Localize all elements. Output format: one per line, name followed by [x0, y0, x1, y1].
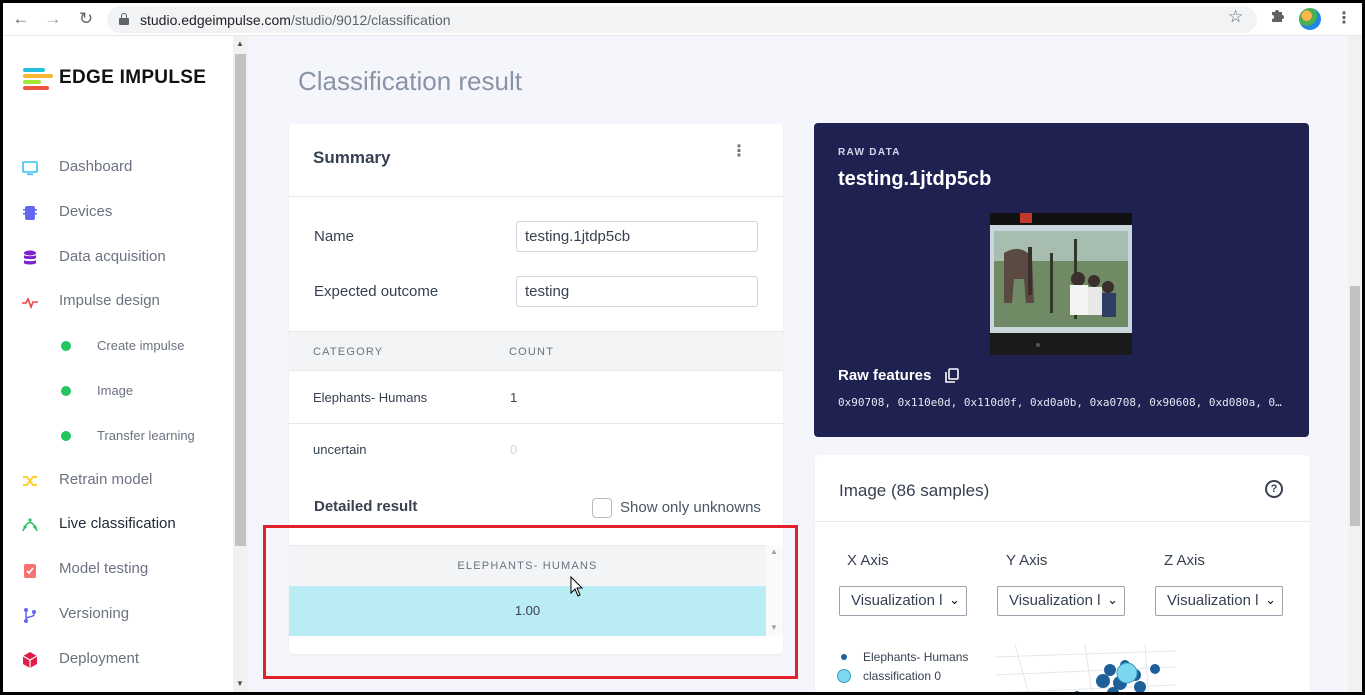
- sidebar: EDGE IMPULSE Dashboard Devices Data acqu…: [3, 36, 233, 692]
- status-dot: [61, 431, 71, 441]
- sidebar-item-devices[interactable]: Devices: [21, 201, 231, 225]
- chevron-down-icon: ⌄: [1265, 592, 1276, 607]
- package-icon: [22, 652, 38, 668]
- copy-icon[interactable]: [945, 368, 959, 383]
- annotation-highlight-box: [263, 525, 798, 679]
- expected-outcome-label: Expected outcome: [314, 283, 439, 300]
- monitor-icon: [22, 161, 38, 176]
- main-content: Classification result Summary ⋮ Name tes…: [248, 36, 1348, 692]
- count-cell: 0: [510, 442, 518, 457]
- status-dot: [61, 341, 71, 351]
- raw-data-card: RAW DATA testing.1jtdp5cb Raw features 0…: [814, 123, 1309, 437]
- profile-avatar[interactable]: [1299, 8, 1321, 30]
- legend-marker: [841, 654, 847, 660]
- name-label: Name: [314, 228, 355, 245]
- summary-menu-icon[interactable]: ⋮: [731, 144, 747, 160]
- image-panel-title: Image (86 samples): [839, 481, 990, 500]
- z-axis-select[interactable]: Visualization l ⌄: [1155, 586, 1283, 616]
- address-bar[interactable]: studio.edgeimpulse.com/studio/9012/class…: [107, 6, 1257, 33]
- sidebar-scroll-thumb[interactable]: [235, 54, 246, 546]
- legend-marker: [837, 669, 851, 683]
- category-cell: uncertain: [313, 442, 367, 457]
- brand-logo[interactable]: EDGE IMPULSE: [23, 66, 223, 92]
- extensions-icon[interactable]: [1269, 7, 1285, 28]
- category-cell: Elephants- Humans: [313, 390, 428, 405]
- back-arrow-icon[interactable]: ←: [11, 9, 31, 29]
- sidebar-subitem-create-impulse[interactable]: Create impulse: [61, 334, 231, 358]
- url-text: studio.edgeimpulse.com/studio/9012/class…: [140, 12, 451, 28]
- y-axis-select[interactable]: Visualization l ⌄: [997, 586, 1125, 616]
- clipboard-check-icon: [24, 564, 36, 578]
- database-icon: [24, 250, 36, 265]
- pulse-icon: [22, 297, 38, 310]
- detailed-result-title: Detailed result: [314, 498, 418, 515]
- raw-data-kicker: RAW DATA: [838, 147, 901, 158]
- reload-icon[interactable]: ↻: [76, 9, 96, 29]
- browser-toolbar: ← → ↻ studio.edgeimpulse.com/studio/9012…: [3, 3, 1362, 36]
- main-scrollbar[interactable]: [1348, 36, 1362, 692]
- sidebar-item-deployment[interactable]: Deployment: [21, 648, 231, 672]
- divider: [289, 196, 783, 197]
- image-feature-explorer-card: Image (86 samples) ? X Axis Y Axis Z Axi…: [815, 455, 1310, 692]
- summary-title: Summary: [313, 148, 391, 167]
- mouse-cursor-icon: [570, 576, 584, 597]
- chip-icon: [23, 206, 37, 220]
- sidebar-subitem-image[interactable]: Image: [61, 379, 231, 403]
- count-cell: 1: [510, 390, 518, 405]
- shuffle-icon: [23, 476, 37, 486]
- category-table-header: CATEGORY COUNT: [289, 331, 783, 371]
- show-only-unknowns-label[interactable]: Show only unknowns: [620, 499, 761, 516]
- raw-data-title: testing.1jtdp5cb: [838, 168, 992, 190]
- z-axis-label: Z Axis: [1164, 552, 1205, 569]
- raw-features-label: Raw features: [838, 367, 932, 384]
- scroll-down-arrow-icon[interactable]: ▼: [236, 679, 244, 688]
- sidebar-item-versioning[interactable]: Versioning: [21, 603, 231, 627]
- sidebar-item-dashboard[interactable]: Dashboard: [21, 156, 231, 180]
- divider: [289, 423, 783, 424]
- help-icon[interactable]: ?: [1265, 480, 1283, 498]
- screen: ← → ↻ studio.edgeimpulse.com/studio/9012…: [3, 3, 1362, 692]
- browser-menu-icon[interactable]: ⋮: [1336, 8, 1352, 28]
- expected-outcome-field[interactable]: testing: [516, 276, 758, 307]
- category-column-header: CATEGORY: [313, 346, 384, 358]
- y-axis-label: Y Axis: [1006, 552, 1048, 569]
- main-scroll-thumb[interactable]: [1350, 286, 1360, 526]
- sidebar-item-model-testing[interactable]: Model testing: [21, 558, 231, 582]
- live-icon: [22, 518, 38, 532]
- sample-image: [990, 213, 1132, 355]
- chevron-down-icon: ⌄: [1107, 592, 1118, 607]
- lock-icon: [119, 13, 129, 25]
- forward-arrow-icon[interactable]: →: [43, 9, 63, 29]
- sidebar-item-live-classification[interactable]: Live classification: [21, 513, 231, 537]
- divider: [815, 521, 1310, 522]
- sidebar-item-impulse-design[interactable]: Impulse design: [21, 290, 231, 314]
- branch-icon: [24, 608, 36, 623]
- sidebar-subitem-transfer-learning[interactable]: Transfer learning: [61, 424, 231, 448]
- chevron-down-icon: ⌄: [949, 592, 960, 607]
- show-only-unknowns-checkbox[interactable]: [592, 498, 612, 518]
- status-dot: [61, 386, 71, 396]
- brand-name: EDGE IMPULSE: [59, 67, 207, 88]
- name-field[interactable]: testing.1jtdp5cb: [516, 221, 758, 252]
- raw-features-values: 0x90708, 0x110e0d, 0x110d0f, 0xd0a0b, 0x…: [838, 396, 1282, 409]
- page-title: Classification result: [298, 66, 522, 96]
- sidebar-item-data-acquisition[interactable]: Data acquisition: [21, 246, 231, 270]
- count-column-header: COUNT: [509, 346, 555, 358]
- x-axis-select[interactable]: Visualization l ⌄: [839, 586, 967, 616]
- sidebar-scrollbar[interactable]: ▲ ▼: [233, 36, 248, 692]
- scroll-up-arrow-icon[interactable]: ▲: [236, 39, 244, 48]
- x-axis-label: X Axis: [847, 552, 889, 569]
- 3d-scatter-plot[interactable]: Y 0.5: [995, 645, 1195, 692]
- logo-icon: [23, 68, 53, 90]
- bookmark-star-icon[interactable]: ☆: [1228, 7, 1243, 27]
- sidebar-item-retrain-model[interactable]: Retrain model: [21, 469, 231, 493]
